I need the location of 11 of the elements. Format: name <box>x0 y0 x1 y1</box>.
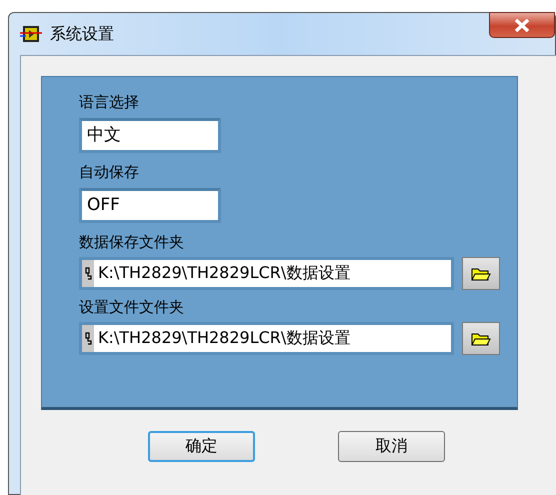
field-label: 设置文件文件夹 <box>79 297 185 318</box>
field-label: 数据保存文件夹 <box>79 232 185 253</box>
path-field[interactable]: K:\TH2829\TH2829LCR\数据设置 <box>79 322 454 355</box>
text-field[interactable]: OFF <box>79 188 221 223</box>
path-field[interactable]: K:\TH2829\TH2829LCR\数据设置 <box>79 257 454 290</box>
dialog-button[interactable]: 取消 <box>338 431 445 462</box>
text-field[interactable]: 中文 <box>79 118 221 153</box>
field-label: 语言选择 <box>79 92 140 113</box>
dialog-button[interactable]: 确定 <box>148 431 255 462</box>
window-title: 系统设置 <box>50 24 114 44</box>
field-label: 自动保存 <box>79 162 140 183</box>
